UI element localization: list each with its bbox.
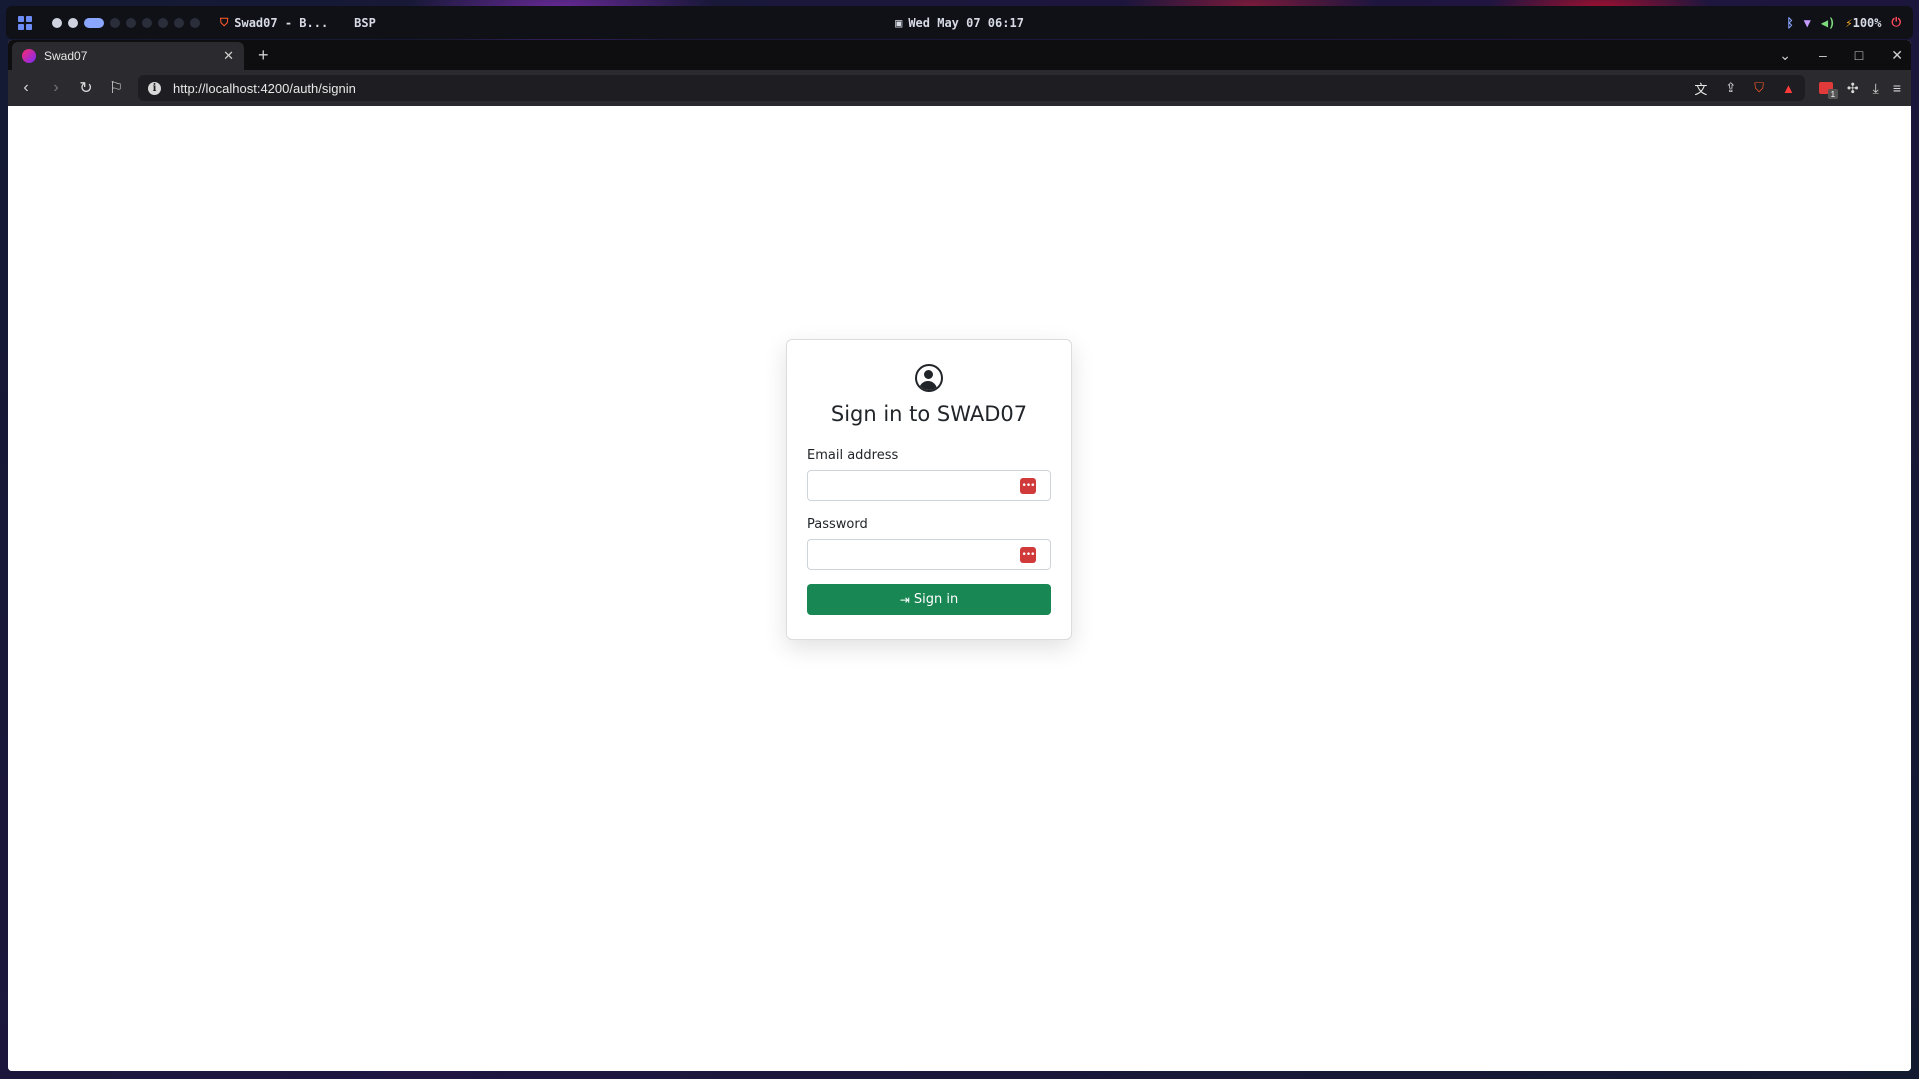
workspace-indicator[interactable] (52, 17, 200, 28)
workspace-dot[interactable] (52, 17, 62, 28)
browser-toolbar: ‹ › ↻ ⚐ i http://localhost:4200/auth/sig… (8, 70, 1911, 106)
brave-shields-icon[interactable]: ⛉ (1754, 80, 1764, 96)
brave-rewards-icon[interactable]: ▲ (1782, 81, 1795, 96)
tab-swad07[interactable]: Swad07 ✕ (12, 42, 244, 70)
page-content: Sign in to SWAD07 Email address ••• Pass… (8, 106, 1911, 1071)
site-info-icon[interactable]: i (148, 81, 161, 95)
close-tab-icon[interactable]: ✕ (223, 48, 234, 64)
back-icon[interactable]: ‹ (18, 79, 34, 97)
password-manager-icon[interactable]: ••• (1020, 547, 1036, 563)
password-field[interactable] (808, 540, 1050, 569)
workspace-active[interactable] (84, 17, 104, 28)
bluetooth-icon[interactable]: ᛒ (1786, 16, 1793, 30)
active-window[interactable]: ⛉ Swad07 - B... (220, 16, 328, 30)
password-manager-icon[interactable]: ••• (1020, 478, 1036, 494)
layout-mode[interactable]: BSP (354, 16, 376, 30)
calendar-icon: ▣ (895, 15, 903, 30)
tab-title: Swad07 (44, 49, 88, 63)
wifi-icon[interactable]: ▼ (1804, 16, 1811, 30)
share-icon[interactable]: ⇪ (1725, 80, 1736, 96)
menu-hamburger-icon[interactable]: ≡ (1893, 80, 1901, 96)
workspace-dot[interactable] (158, 17, 168, 28)
email-field[interactable] (808, 471, 1050, 500)
password-manager-extension-icon[interactable]: 1 (1818, 82, 1838, 99)
browser-window: Swad07 ✕ + ⌄ – □ ✕ ‹ › ↻ ⚐ i http://loca… (8, 40, 1911, 1071)
translate-icon[interactable]: 文 (1694, 79, 1707, 98)
workspace-dot[interactable] (142, 17, 152, 28)
page-title: Sign in to SWAD07 (830, 402, 1028, 426)
url-text[interactable]: http://localhost:4200/auth/signin (173, 81, 356, 96)
volume-icon[interactable]: ◀) (1821, 16, 1835, 30)
new-tab-button[interactable]: + (258, 45, 269, 66)
system-bar: ⛉ Swad07 - B... BSP ▣ Wed May 07 06:17 ᛒ… (6, 6, 1913, 39)
minimize-icon[interactable]: – (1819, 47, 1827, 63)
login-icon: ⇥ (899, 592, 910, 607)
workspace-dot[interactable] (174, 17, 184, 28)
workspace-dot[interactable] (110, 17, 120, 28)
signin-card: Sign in to SWAD07 Email address ••• Pass… (786, 339, 1072, 640)
clock[interactable]: ▣ Wed May 07 06:17 (895, 16, 1024, 30)
apps-grid-icon[interactable] (18, 15, 32, 30)
download-icon[interactable]: ⤓ (1873, 80, 1879, 97)
forward-icon[interactable]: › (48, 79, 64, 97)
password-field-wrapper: ••• (807, 539, 1051, 570)
tab-list-chevron-icon[interactable]: ⌄ (1779, 47, 1791, 64)
battery-icon: ⚡ (1845, 15, 1853, 30)
signin-button-label: Sign in (913, 592, 959, 607)
extension-badge: 1 (1827, 89, 1838, 99)
bookmark-icon[interactable]: ⚐ (108, 78, 124, 98)
password-label: Password (807, 517, 868, 532)
close-window-icon[interactable]: ✕ (1891, 47, 1903, 64)
reload-icon[interactable]: ↻ (78, 78, 94, 98)
active-window-title: Swad07 - B... (234, 15, 329, 30)
workspace-dot[interactable] (68, 17, 78, 28)
extensions-puzzle-icon[interactable]: ✣ (1847, 80, 1859, 97)
email-label: Email address (807, 448, 899, 463)
person-circle-icon (915, 364, 943, 392)
power-icon[interactable]: ⏻ (1892, 15, 1902, 30)
angular-favicon-icon (22, 49, 36, 63)
brave-icon: ⛉ (220, 15, 229, 29)
email-field-wrapper: ••• (807, 470, 1051, 501)
maximize-icon[interactable]: □ (1855, 47, 1863, 63)
battery-level: 100% (1852, 15, 1882, 30)
workspace-dot[interactable] (190, 17, 200, 28)
datetime: Wed May 07 06:17 (908, 15, 1024, 30)
address-bar[interactable]: i http://localhost:4200/auth/signin 文 ⇪ … (138, 75, 1805, 101)
tab-strip: Swad07 ✕ + ⌄ – □ ✕ (8, 40, 1911, 70)
workspace-dot[interactable] (126, 17, 136, 28)
signin-button[interactable]: ⇥ Sign in (807, 584, 1051, 615)
battery-status[interactable]: ⚡100% (1845, 16, 1881, 30)
